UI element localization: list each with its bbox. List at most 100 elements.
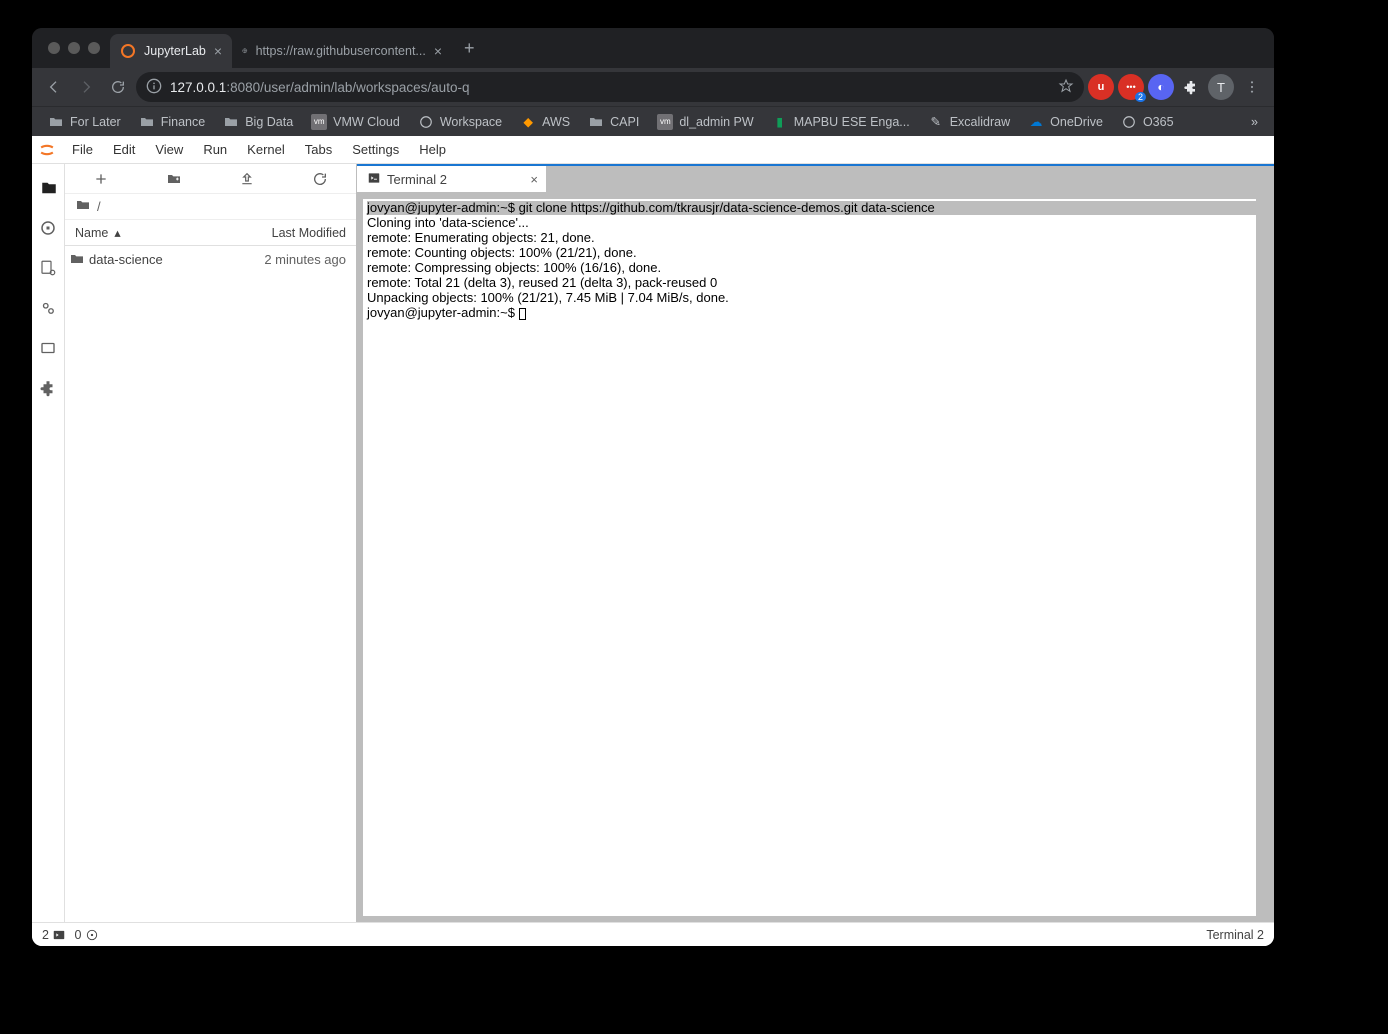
bookmark-vmwcloud[interactable]: vmVMW Cloud: [303, 110, 408, 134]
new-launcher-button[interactable]: [65, 171, 138, 187]
window-controls[interactable]: [42, 28, 110, 68]
jupyter-icon: [120, 43, 136, 59]
menu-kernel[interactable]: Kernel: [237, 136, 295, 163]
extensions-menu-icon[interactable]: [1178, 74, 1204, 100]
menu-help[interactable]: Help: [409, 136, 456, 163]
bookmarks-bar: For Later Finance Big Data vmVMW Cloud W…: [32, 106, 1274, 136]
terminal-line: remote: Compressing objects: 100% (16/16…: [367, 260, 661, 275]
bookmark-mapbu[interactable]: ▮MAPBU ESE Enga...: [764, 110, 918, 134]
close-tab-icon[interactable]: ×: [434, 43, 442, 59]
folder-icon: [48, 114, 64, 130]
browser-toolbar: 127.0.0.1:8080/user/admin/lab/workspaces…: [32, 68, 1274, 106]
statusbar: 2 0 Terminal 2: [32, 922, 1274, 946]
file-modified: 2 minutes ago: [236, 252, 356, 267]
profile-avatar[interactable]: T: [1208, 74, 1234, 100]
browser-tab-jupyterlab[interactable]: JupyterLab ×: [110, 34, 232, 68]
vmware-icon: vm: [311, 114, 327, 130]
menu-tabs[interactable]: Tabs: [295, 136, 342, 163]
minimize-window-icon[interactable]: [68, 42, 80, 54]
terminal[interactable]: jovyan@jupyter-admin:~$ git clone https:…: [363, 199, 1268, 916]
browser-menu-icon[interactable]: [1238, 73, 1266, 101]
bookmark-for-later[interactable]: For Later: [40, 110, 129, 134]
address-bar[interactable]: 127.0.0.1:8080/user/admin/lab/workspaces…: [136, 72, 1084, 102]
maximize-window-icon[interactable]: [88, 42, 100, 54]
globe-icon: [242, 43, 248, 59]
bookmark-finance[interactable]: Finance: [131, 110, 213, 134]
filebrowser-tab-icon[interactable]: [32, 168, 65, 208]
vmware-icon: vm: [657, 114, 673, 130]
filebrowser-breadcrumb[interactable]: /: [65, 194, 356, 220]
terminal-line: jovyan@jupyter-admin:~$: [367, 305, 519, 320]
column-modified-header[interactable]: Last Modified: [236, 226, 356, 240]
bookmark-star-icon[interactable]: [1058, 78, 1074, 97]
refresh-button[interactable]: [283, 171, 356, 187]
terminal-container: jovyan@jupyter-admin:~$ git clone https:…: [363, 198, 1268, 916]
running-tab-icon[interactable]: [32, 208, 65, 248]
terminal-line: remote: Counting objects: 100% (21/21), …: [367, 245, 637, 260]
filebrowser-header: Name▴ Last Modified: [65, 220, 356, 246]
column-name-header[interactable]: Name▴: [65, 225, 236, 240]
reload-button[interactable]: [104, 73, 132, 101]
close-window-icon[interactable]: [48, 42, 60, 54]
bookmark-dladmin[interactable]: vmdl_admin PW: [649, 110, 761, 134]
status-terminals[interactable]: 2: [42, 928, 66, 942]
menu-run[interactable]: Run: [193, 136, 237, 163]
bookmark-workspace[interactable]: Workspace: [410, 110, 510, 134]
extension-lastpass-icon[interactable]: •••2: [1118, 74, 1144, 100]
globe-icon: [418, 114, 434, 130]
close-tab-icon[interactable]: ×: [530, 172, 538, 187]
menu-edit[interactable]: Edit: [103, 136, 145, 163]
terminal-icon: [367, 171, 381, 188]
bookmark-aws[interactable]: ◆AWS: [512, 110, 578, 134]
terminal-line: remote: Enumerating objects: 21, done.: [367, 230, 595, 245]
folder-icon: [588, 114, 604, 130]
terminal-cursor: [519, 308, 526, 320]
filebrowser-toolbar: [65, 164, 356, 194]
close-tab-icon[interactable]: ×: [214, 43, 222, 59]
bookmarks-overflow-icon[interactable]: »: [1243, 115, 1266, 129]
bookmark-excalidraw[interactable]: ✎Excalidraw: [920, 110, 1018, 134]
bookmark-capi[interactable]: CAPI: [580, 110, 647, 134]
tab-title: https://raw.githubusercontent...: [256, 44, 426, 58]
forward-button[interactable]: [72, 73, 100, 101]
activity-bar: [32, 164, 65, 922]
new-tab-button[interactable]: +: [452, 38, 487, 59]
globe-icon: [1121, 114, 1137, 130]
doc-icon: ▮: [772, 114, 788, 130]
menu-view[interactable]: View: [145, 136, 193, 163]
status-kernels[interactable]: 0: [74, 928, 98, 942]
status-right[interactable]: Terminal 2: [1206, 928, 1264, 942]
menu-settings[interactable]: Settings: [342, 136, 409, 163]
extensions-tab-icon[interactable]: [32, 368, 65, 408]
bookmark-onedrive[interactable]: ☁OneDrive: [1020, 110, 1111, 134]
breadcrumb-root: /: [97, 199, 101, 214]
bookmark-o365[interactable]: O365: [1113, 110, 1182, 134]
dock-tab-terminal[interactable]: Terminal 2 ×: [357, 166, 547, 192]
browser-tab-raw-github[interactable]: https://raw.githubusercontent... ×: [232, 34, 452, 68]
terminal-line: jovyan@jupyter-admin:~$ git clone https:…: [367, 201, 1264, 215]
browser-tabstrip: JupyterLab × https://raw.githubuserconte…: [32, 28, 1274, 68]
menu-file[interactable]: File: [62, 136, 103, 163]
dock-panel: Terminal 2 × jovyan@jupyter-admin:~$ git…: [357, 164, 1274, 922]
dock-tabbar: Terminal 2 ×: [357, 164, 1274, 192]
back-button[interactable]: [40, 73, 68, 101]
jupyterlab-app: File Edit View Run Kernel Tabs Settings …: [32, 136, 1274, 946]
terminal-line: Unpacking objects: 100% (21/21), 7.45 Mi…: [367, 290, 729, 305]
site-info-icon[interactable]: [146, 78, 162, 97]
filebrowser-item-data-science[interactable]: data-science 2 minutes ago: [65, 246, 356, 272]
settings-tab-icon[interactable]: [32, 288, 65, 328]
terminal-scrollbar[interactable]: [1256, 199, 1268, 916]
cloud-icon: ☁: [1028, 114, 1044, 130]
upload-button[interactable]: [211, 171, 284, 187]
git-tab-icon[interactable]: [32, 248, 65, 288]
terminal-line: remote: Total 21 (delta 3), reused 21 (d…: [367, 275, 717, 290]
aws-icon: ◆: [520, 114, 536, 130]
jlab-body: / Name▴ Last Modified data-science 2 min…: [32, 164, 1274, 922]
bookmark-bigdata[interactable]: Big Data: [215, 110, 301, 134]
excalidraw-icon: ✎: [928, 114, 944, 130]
extension-icon[interactable]: ◐: [1148, 74, 1174, 100]
extension-ublock-icon[interactable]: u: [1088, 74, 1114, 100]
jupyter-logo-icon[interactable]: [32, 136, 62, 163]
tabs-tab-icon[interactable]: [32, 328, 65, 368]
new-folder-button[interactable]: [138, 171, 211, 187]
